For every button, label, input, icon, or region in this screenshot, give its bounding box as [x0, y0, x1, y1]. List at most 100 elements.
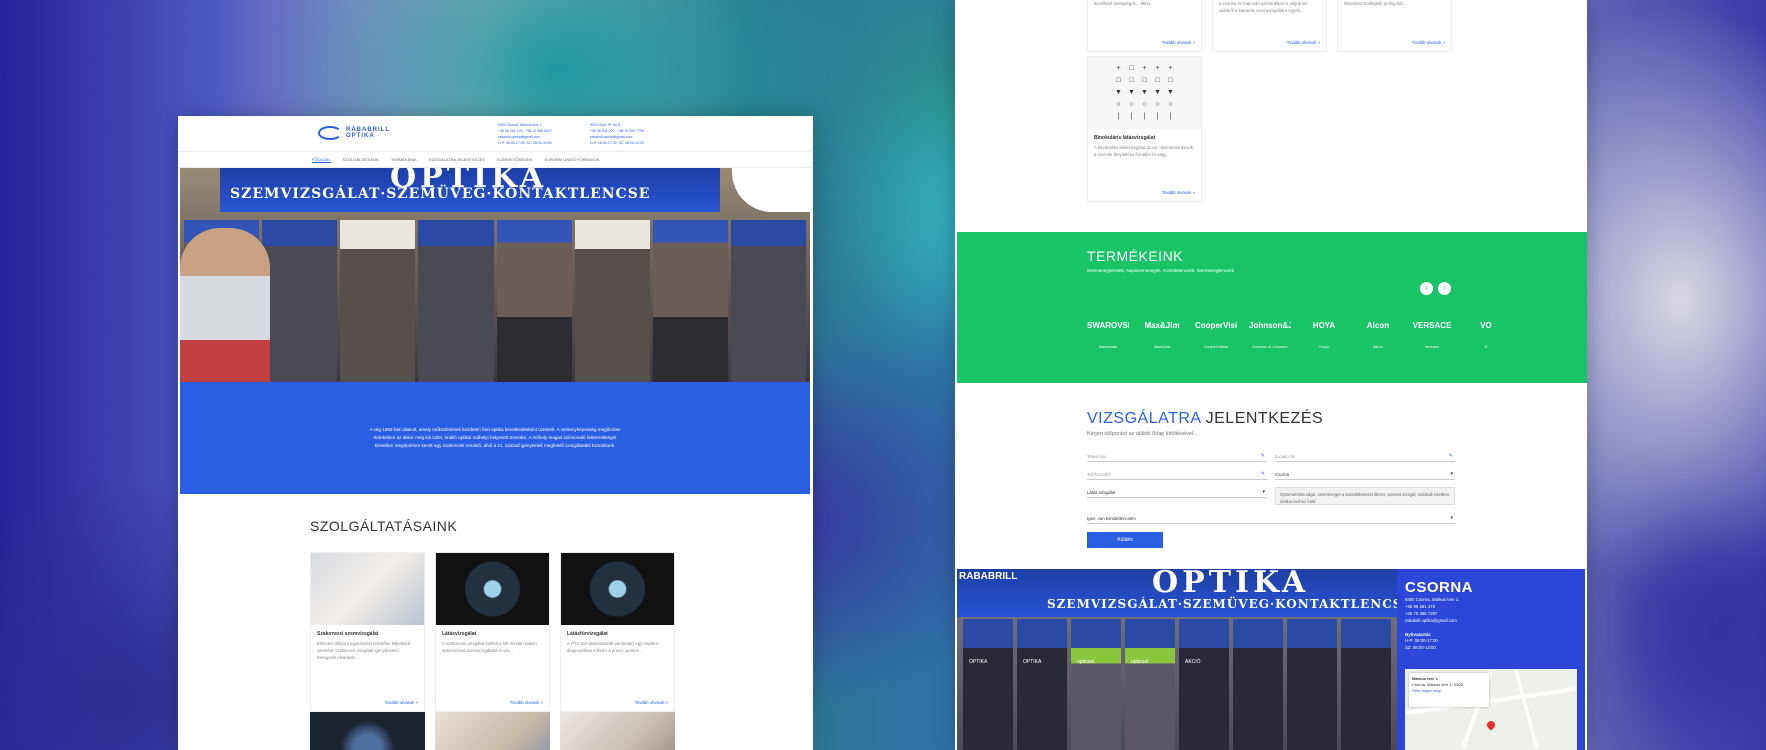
email-line[interactable]: rababrill.optika@gmail.com: [1405, 617, 1577, 624]
submit-button[interactable]: Küldés: [1087, 532, 1163, 548]
eye-chart-symbol: ○: [1168, 101, 1173, 108]
brand-item[interactable]: HOYA Hoya: [1303, 312, 1345, 349]
phone-field-placeholder: Telefonszám: [1087, 472, 1112, 477]
read-more-link[interactable]: Tovább olvasok »: [635, 700, 668, 705]
brand-name: V: [1484, 344, 1488, 349]
service-card[interactable]: Látásvizsgálat A szakorvosi vizsgálat me…: [435, 552, 550, 712]
store-sign-subtitle: SZEMVIZSGÁLAT·SZEMÜVEG·KONTAKTLENCSE: [1047, 597, 1397, 611]
service-card[interactable]: Szakorvosi szemvizsgálat Előzetes időpon…: [310, 552, 425, 712]
card-title: Binokuláris látásvizsgálat: [1094, 135, 1156, 141]
phone-line[interactable]: +36 70 366 7287: [1405, 610, 1577, 617]
eye-chart-symbol: □: [1168, 77, 1173, 84]
eye-chart-symbol: ○: [1129, 101, 1134, 108]
brand-item[interactable]: Alcon Alcon: [1357, 312, 1399, 349]
read-more-link[interactable]: Tovább olvasok »: [1162, 190, 1195, 195]
store-window-label: AKCIÓ: [1185, 659, 1201, 665]
chevron-down-icon: ▾: [1262, 489, 1265, 495]
shop-windows: [180, 220, 810, 382]
store-window: [1287, 619, 1337, 750]
brand-item[interactable]: VO V: [1465, 312, 1507, 349]
eye-chart-symbol: □: [1142, 77, 1147, 84]
store-window: opticnet: [1071, 619, 1121, 750]
store-window-label: opticnet: [1077, 659, 1095, 665]
eye-chart-symbol: +: [1168, 65, 1173, 72]
brand-item[interactable]: Johnson&Johnson Johnson & Johnson: [1249, 312, 1291, 349]
nav-item-booking[interactable]: Vizsgálatra jelentkezés: [429, 157, 485, 162]
brand-name: CooperVision: [1204, 344, 1228, 349]
brand-item[interactable]: SWAROVSKI Swarovski: [1087, 312, 1129, 349]
card-image[interactable]: [435, 712, 550, 750]
name-field[interactable]: Teljes név ✎: [1087, 452, 1267, 462]
brand-logo: SWAROVSKI: [1087, 321, 1129, 330]
pencil-icon: ✎: [1260, 471, 1265, 477]
eye-chart-symbol: +: [1155, 65, 1160, 72]
service-card[interactable]: kezelhető betegségek... Mind... Tovább o…: [1087, 0, 1202, 52]
services-cards: Szakorvosi szemvizsgálat Előzetes időpon…: [310, 552, 675, 712]
nav-item-home[interactable]: Főoldal: [312, 157, 331, 163]
map-larger-link[interactable]: View larger map: [1412, 688, 1486, 694]
eye-chart-image: + □ + + + □ □ □ □ □ ▼ ▼ ▼ ▼ ▼ ○ ○ ○ ○ ○ | | | | |: [1088, 57, 1201, 129]
service-card-binocular[interactable]: + □ + + + □ □ □ □ □ ▼ ▼ ▼ ▼ ▼ ○ ○ ○ ○ ○ | | | | | Binokuláris lá…: [1087, 56, 1202, 202]
card-title: Látásvizsgálat: [442, 631, 477, 637]
address-line: 9300 Csorna, Márkus tere 1.: [1405, 597, 1460, 602]
brand-logo: CooperVision: [1195, 321, 1237, 330]
eye-chart-symbol: ▼: [1141, 89, 1148, 96]
phone-line[interactable]: +36 96 261 478: [1405, 603, 1577, 610]
eye-chart-symbol: |: [1169, 113, 1172, 120]
intro-text: A cég 1993-ban alakult, amely működéséne…: [369, 427, 621, 448]
contact-lens-select[interactable]: Igen, van kontaktlencsém ▾: [1087, 514, 1455, 524]
name-field-placeholder: Teljes név: [1087, 454, 1107, 459]
nav-item-products[interactable]: Termékeink: [391, 157, 417, 162]
chevron-down-icon: ▾: [1450, 515, 1453, 521]
store-window: AKCIÓ: [1179, 619, 1229, 750]
hours-line: H-P: 08:00-17:00: [1405, 638, 1438, 643]
contact-block-gyor: 9024 Győr, Pl. tér 6. +36 96 541 000 · +…: [590, 122, 644, 146]
read-more-link[interactable]: Tovább olvasok »: [385, 700, 418, 705]
site-header: RÁBABRILL OPTIKA 9300 Csorna, Márkus ter…: [178, 116, 813, 152]
intro-band: A cég 1993-ban alakult, amely működéséne…: [180, 382, 810, 494]
read-more-link[interactable]: Tovább olvasok »: [1287, 40, 1320, 45]
nav-item-eu-funds[interactable]: Európai uniós források: [544, 157, 599, 162]
city-select[interactable]: Csorna ▾: [1275, 470, 1455, 480]
shop-sign: OPTIKA SZEMVIZSGÁLAT·SZEMÜVEG·KONTAKTLEN…: [220, 168, 720, 212]
subpage-screenshot: kezelhető betegségek... Mind... Tovább o…: [955, 0, 1587, 750]
card-text: kezelhető betegségek... Mind...: [1094, 1, 1154, 6]
chevron-left-icon[interactable]: ‹: [1420, 282, 1433, 295]
main-nav: Főoldal Szolgáltatások Termékeink Vizsgá…: [178, 152, 813, 168]
booking-title-rest: JELENTKEZÉS: [1200, 410, 1324, 427]
chevron-right-icon[interactable]: ›: [1438, 282, 1451, 295]
email-field[interactable]: E-mail cím ✎: [1275, 452, 1455, 462]
eu-funding-badge[interactable]: [732, 168, 810, 212]
pencil-icon: ✎: [1448, 453, 1453, 459]
nav-item-services[interactable]: Szolgáltatások: [343, 157, 379, 162]
read-more-link[interactable]: Tovább olvasok »: [510, 700, 543, 705]
card-image: [561, 553, 674, 625]
store-window: OPTIKA: [963, 619, 1013, 750]
read-more-link[interactable]: Tovább olvasok »: [1162, 40, 1195, 45]
nav-item-contacts[interactable]: Elérhetőségek: [497, 157, 532, 162]
read-more-link[interactable]: Tovább olvasok »: [1412, 40, 1445, 45]
services-cards-row2: [310, 712, 675, 750]
card-image[interactable]: [560, 712, 675, 750]
card-image[interactable]: [310, 712, 425, 750]
brand-item[interactable]: VERSACE Versace: [1411, 312, 1453, 349]
card-title: Szakorvosi szemvizsgálat: [317, 631, 379, 637]
location-map[interactable]: Márkus tere 1 Csorna, Márkus tere 1, 930…: [1405, 669, 1577, 750]
brand-item[interactable]: Max&Jim Max&Jim: [1141, 312, 1183, 349]
store-window-label: opticnet: [1131, 659, 1149, 665]
phone-field[interactable]: Telefonszám ✎: [1087, 470, 1267, 480]
contact-line: H-P: 08:00-17:00, SZ: 08:00-12:00: [590, 141, 644, 145]
exam-select[interactable]: Látás vizsgálat ▾: [1087, 488, 1267, 498]
service-card[interactable]: Látásfúrvizsgálat A PTS 910 (automatizál…: [560, 552, 675, 712]
brand-item[interactable]: CooperVision CooperVision: [1195, 312, 1237, 349]
service-card[interactable]: a csornai és kapuvári üzletünkben is vár…: [1212, 0, 1327, 52]
site-logo[interactable]: RÁBABRILL OPTIKA: [318, 126, 390, 140]
services-cards-tail: kezelhető betegségek... Mind... Tovább o…: [1087, 0, 1452, 52]
eye-chart-symbol: |: [1156, 113, 1159, 120]
brand-logo: VO: [1480, 321, 1492, 330]
shop-window: [574, 220, 650, 382]
store-sign: RABABRILL OPTIKA SZEMVIZSGÁLAT·SZEMÜVEG·…: [957, 569, 1397, 617]
map-pin-icon[interactable]: [1485, 719, 1497, 731]
service-card[interactable]: látásélesz kollégánk profiig látó... Tov…: [1337, 0, 1452, 52]
store-window-label: OPTIKA: [969, 659, 988, 665]
